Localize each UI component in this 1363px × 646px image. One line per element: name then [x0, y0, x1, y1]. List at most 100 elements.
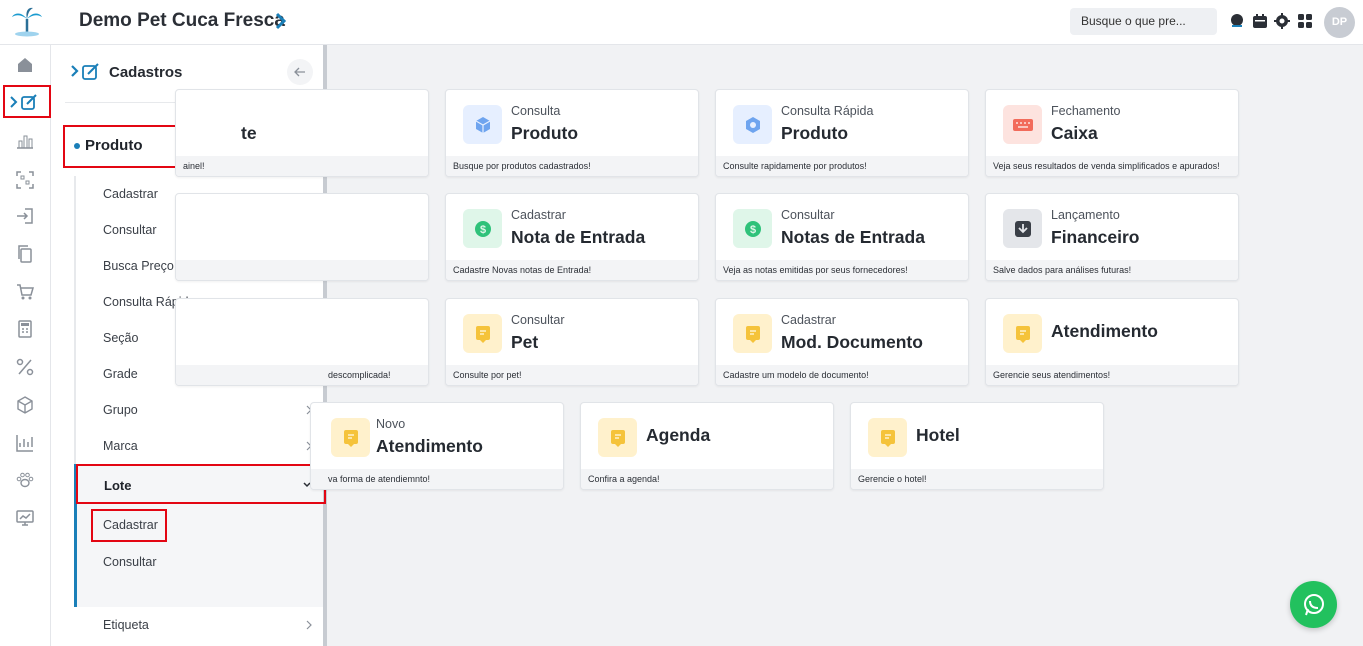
card-subtitle: Consultar — [511, 313, 565, 327]
paw-icon[interactable] — [14, 469, 36, 491]
whatsapp-icon — [1303, 593, 1324, 615]
card-footer: Consulte rapidamente por produtos! — [716, 156, 968, 176]
svg-text:$: $ — [479, 224, 485, 236]
top-bar: Demo Pet Cuca Fresca Busque o que pre...… — [0, 0, 1363, 45]
menu-item-grade[interactable]: Grade — [103, 367, 138, 381]
card-footer: Gerencie o hotel! — [851, 469, 1103, 489]
menu-item-lote[interactable]: Lote — [76, 464, 326, 504]
card-lancamento-financeiro[interactable]: Lançamento Financeiro Salve dados para a… — [985, 193, 1239, 281]
chart-icon[interactable] — [14, 130, 36, 152]
menu-item-lote-cadastrar[interactable]: Cadastrar — [103, 518, 158, 532]
lote-label: Lote — [104, 478, 132, 493]
menu-item-grupo[interactable]: Grupo — [103, 403, 138, 417]
panel-header: Cadastros — [71, 62, 182, 82]
card-title: Nota de Entrada — [511, 227, 646, 247]
menu-item-secao[interactable]: Seção — [103, 331, 138, 345]
login-icon[interactable] — [14, 205, 36, 227]
arrow-left-icon — [294, 67, 305, 77]
chevron-right-icon[interactable] — [275, 12, 287, 30]
card-title: te — [241, 123, 257, 143]
card-title: Financeiro — [1051, 227, 1140, 247]
card-title: Atendimento — [1051, 321, 1158, 341]
percent-icon[interactable] — [14, 356, 36, 378]
presentation-icon[interactable] — [14, 507, 36, 529]
box-icon — [733, 105, 772, 144]
card-title: Mod. Documento — [781, 332, 923, 352]
card-footer: ainel! — [176, 156, 428, 176]
collapse-panel-button[interactable] — [287, 59, 313, 85]
user-avatar[interactable]: DP — [1324, 7, 1355, 38]
card-consulta-rapida-produto[interactable]: Consulta Rápida Produto Consulte rapidam… — [715, 89, 969, 177]
keyboard-icon — [1003, 105, 1042, 144]
card-title: Atendimento — [376, 436, 483, 456]
bullet-icon — [74, 143, 80, 149]
card-subtitle: Novo — [376, 417, 406, 431]
card-consultar-pet[interactable]: Consultar Pet Consulte por pet! — [445, 298, 699, 386]
edit-register-icon[interactable] — [8, 91, 42, 113]
cart-icon[interactable] — [14, 281, 36, 303]
card-subtitle: Consulta — [511, 104, 561, 118]
apps-grid-icon[interactable] — [1297, 13, 1313, 29]
company-name[interactable]: Demo Pet Cuca Fresca — [79, 10, 285, 32]
menu-item-cadastrar[interactable]: Cadastrar — [103, 187, 158, 201]
card-footer: Veja seus resultados de venda simplifica… — [986, 156, 1238, 176]
palm-tree-logo-icon[interactable] — [10, 5, 44, 37]
card-partial-row3[interactable]: descomplicada! — [175, 298, 429, 386]
card-footer: Busque por produtos cadastrados! — [446, 156, 698, 176]
copy-icon[interactable] — [14, 243, 36, 265]
safe-icon — [1003, 209, 1042, 248]
menu-item-etiqueta[interactable]: Etiqueta — [103, 618, 149, 632]
card-atendimento[interactable]: Atendimento Gerencie seus atendimentos! — [985, 298, 1239, 386]
notification-icon[interactable] — [1229, 13, 1245, 29]
card-title: Agenda — [646, 425, 711, 445]
card-title: Pet — [511, 332, 539, 352]
menu-item-busca-preco[interactable]: Busca Preço — [103, 259, 174, 273]
edit-register-icon — [71, 63, 99, 80]
calculator-icon[interactable] — [14, 318, 36, 340]
card-novo-atendimento[interactable]: Novo Atendimento va forma de atendiemnto… — [310, 402, 564, 490]
whatsapp-button[interactable] — [1290, 581, 1337, 628]
card-footer: Cadastre Novas notas de Entrada! — [446, 260, 698, 280]
section-produto-label: Produto — [85, 137, 143, 154]
card-fechamento-caixa[interactable]: Fechamento Caixa Veja seus resultados de… — [985, 89, 1239, 177]
card-hotel[interactable]: Hotel Gerencie o hotel! — [850, 402, 1104, 490]
card-consulta-produto[interactable]: Consulta Produto Busque por produtos cad… — [445, 89, 699, 177]
menu-item-lote-consultar[interactable]: Consultar — [103, 555, 157, 569]
card-footer: Gerencie seus atendimentos! — [986, 365, 1238, 385]
card-title: Hotel — [916, 425, 960, 445]
card-cadastrar-nota-entrada[interactable]: $ Cadastrar Nota de Entrada Cadastre Nov… — [445, 193, 699, 281]
note-icon — [868, 418, 907, 457]
home-icon[interactable] — [14, 54, 36, 76]
svg-text:$: $ — [749, 224, 755, 236]
card-footer: va forma de atendiemnto! — [311, 469, 563, 489]
card-title: Produto — [511, 123, 579, 143]
card-title: Produto — [781, 123, 849, 143]
chevron-right-icon — [306, 620, 312, 630]
card-subtitle: Cadastrar — [511, 208, 566, 222]
note-icon — [598, 418, 637, 457]
card-subtitle: Lançamento — [1051, 208, 1120, 222]
scan-icon[interactable] — [14, 169, 36, 191]
card-consultar-notas-entrada[interactable]: $ Consultar Notas de Entrada Veja as not… — [715, 193, 969, 281]
settings-gear-icon[interactable] — [1274, 13, 1290, 29]
note-icon — [733, 314, 772, 353]
card-cadastrar-mod-documento[interactable]: Cadastrar Mod. Documento Cadastre um mod… — [715, 298, 969, 386]
card-subtitle: Cadastrar — [781, 313, 836, 327]
card-subtitle: Consultar — [781, 208, 835, 222]
card-subtitle: Consulta Rápida — [781, 104, 874, 118]
card-footer — [176, 260, 428, 280]
dollar-icon: $ — [733, 209, 772, 248]
search-input[interactable]: Busque o que pre... — [1070, 8, 1217, 35]
note-icon — [463, 314, 502, 353]
box-icon[interactable] — [14, 394, 36, 416]
left-rail-nav — [0, 45, 51, 646]
menu-item-consultar[interactable]: Consultar — [103, 223, 157, 237]
menu-item-marca[interactable]: Marca — [103, 439, 138, 453]
card-agenda[interactable]: Agenda Confira a agenda! — [580, 402, 834, 490]
card-dashboard-partial[interactable]: te ainel! — [175, 89, 429, 177]
analytics-icon[interactable] — [14, 432, 36, 454]
calendar-icon[interactable] — [1252, 13, 1268, 29]
note-icon — [331, 418, 370, 457]
card-partial-row2[interactable] — [175, 193, 429, 281]
card-footer: Consulte por pet! — [446, 365, 698, 385]
